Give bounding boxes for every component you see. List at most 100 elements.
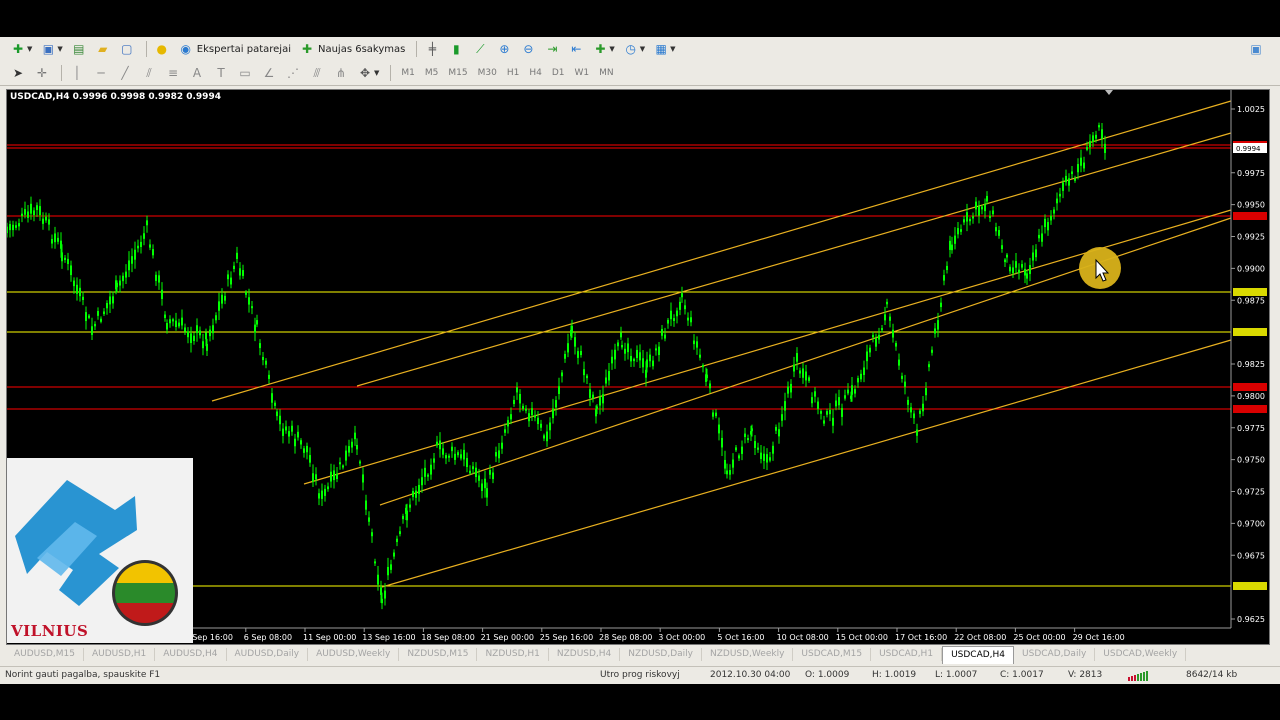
chart-window[interactable]: 1.0025 0.9975 0.9950 0.9925 0.9900 0.9875 0.98… xyxy=(6,89,1270,645)
candle-body xyxy=(735,447,737,451)
periods-button[interactable]: ◷ ▼ xyxy=(621,39,647,59)
timeframe-buttons: M1 M5 M15 M30 H1 H4 D1 W1 MN xyxy=(396,68,618,78)
candle-body xyxy=(718,424,720,434)
candle-body xyxy=(161,289,163,300)
timeframe-m1[interactable]: M1 xyxy=(401,68,415,78)
candle-body xyxy=(869,347,871,353)
candle-body xyxy=(393,552,395,557)
chart-tab[interactable]: AUDUSD,M15 xyxy=(6,648,84,661)
candle-body xyxy=(913,413,915,419)
cursor-tool[interactable]: ➤ xyxy=(8,63,28,83)
chart-tab[interactable]: AUDUSD,H4 xyxy=(155,648,227,661)
price-chart[interactable]: 1.0025 0.9975 0.9950 0.9925 0.9900 0.9875 0.98… xyxy=(7,90,1269,644)
line-chart-button[interactable]: ⟋ xyxy=(470,39,490,59)
candlestick-button[interactable]: ▮ xyxy=(446,39,466,59)
templates-button[interactable]: ▦ ▼ xyxy=(651,39,677,59)
candle-body xyxy=(760,452,762,459)
candle-body xyxy=(137,245,139,249)
chart-tab[interactable]: AUDUSD,H1 xyxy=(84,648,156,661)
candle-body xyxy=(543,435,545,439)
text-tool[interactable]: A xyxy=(187,63,207,83)
time-label: 22 Oct 08:00 xyxy=(954,633,1006,642)
profiles-icon: ▣ xyxy=(42,42,55,56)
chart-shift-button[interactable]: ⇤ xyxy=(566,39,586,59)
candle-body xyxy=(946,265,948,271)
meta-editor-button[interactable]: ● xyxy=(152,39,172,59)
chart-tab[interactable]: USDCAD,H4 xyxy=(942,645,1015,664)
market-watch-button[interactable]: ▤ xyxy=(69,39,89,59)
candle-body xyxy=(245,292,247,295)
profiles-button[interactable]: ▣ ▼ xyxy=(38,39,64,59)
toolbar-separator xyxy=(416,41,418,57)
candle-body xyxy=(513,399,515,404)
candle-body xyxy=(484,478,486,489)
candle-body xyxy=(1012,267,1014,274)
toolbar-end-button[interactable]: ▣ xyxy=(1246,39,1266,59)
chart-tab[interactable]: AUDUSD,Weekly xyxy=(308,648,400,661)
candle-body xyxy=(175,320,177,328)
timeframe-m15[interactable]: M15 xyxy=(448,68,467,78)
timeframe-m5[interactable]: M5 xyxy=(425,68,439,78)
candle-body xyxy=(303,448,305,453)
vertical-line-tool[interactable]: │ xyxy=(67,63,87,83)
bottom-letterbox xyxy=(0,684,1280,720)
navigator-button[interactable]: ▰ xyxy=(93,39,113,59)
terminal-button[interactable]: ▢ xyxy=(117,39,137,59)
chart-tab[interactable]: NZDUSD,Weekly xyxy=(702,648,794,661)
candle-body xyxy=(922,403,924,412)
crosshair-tool[interactable]: ✛ xyxy=(32,63,52,83)
gann-tool[interactable]: ∠ xyxy=(259,63,279,83)
autoscroll-button[interactable]: ⇥ xyxy=(542,39,562,59)
chart-tab[interactable]: USDCAD,Weekly xyxy=(1095,648,1187,661)
new-order-button[interactable]: ✚ Naujas 6sakymas xyxy=(297,39,407,59)
timeframe-m30[interactable]: M30 xyxy=(478,68,497,78)
chart-tab[interactable]: NZDUSD,H1 xyxy=(477,648,549,661)
label-tool[interactable]: T xyxy=(211,63,231,83)
timeframe-mn[interactable]: MN xyxy=(599,68,614,78)
candle-body xyxy=(274,402,276,406)
candle-body xyxy=(276,411,278,417)
candle-body xyxy=(233,265,235,270)
channel-tool[interactable]: ⫽ xyxy=(139,63,159,83)
rectangle-tool[interactable]: ▭ xyxy=(235,63,255,83)
candle-body xyxy=(94,323,96,327)
candle-body xyxy=(356,444,358,450)
timeframe-h4[interactable]: H4 xyxy=(529,68,542,78)
experts-button[interactable]: ◉ Ekspertai patarejai xyxy=(176,39,293,59)
horizontal-line-tool[interactable]: ─ xyxy=(91,63,111,83)
candle-body xyxy=(772,445,774,454)
chart-tab[interactable]: USDCAD,Daily xyxy=(1014,648,1096,661)
candle-body xyxy=(206,343,208,351)
chart-tab[interactable]: NZDUSD,M15 xyxy=(399,648,478,661)
zoom-out-button[interactable]: ⊖ xyxy=(518,39,538,59)
chart-tab[interactable]: USDCAD,H1 xyxy=(871,648,943,661)
timeframe-w1[interactable]: W1 xyxy=(574,68,589,78)
chart-tab[interactable]: NZDUSD,Daily xyxy=(620,648,702,661)
chart-tab[interactable]: USDCAD,M15 xyxy=(793,648,872,661)
zoom-in-icon: ⊕ xyxy=(499,42,510,56)
candle-body xyxy=(306,445,308,453)
chart-tab[interactable]: AUDUSD,Daily xyxy=(227,648,309,661)
timeframe-h1[interactable]: H1 xyxy=(507,68,520,78)
candle-body xyxy=(878,334,880,340)
trendline-tool[interactable]: ╱ xyxy=(115,63,135,83)
fibonacci-icon: ≡ xyxy=(167,66,179,80)
price-label: 0.9925 xyxy=(1237,233,1265,242)
candle-body xyxy=(552,408,554,419)
zoom-in-button[interactable]: ⊕ xyxy=(494,39,514,59)
channel-line[interactable] xyxy=(211,100,1232,402)
fibo-fan-tool[interactable]: ⋔ xyxy=(331,63,351,83)
cycle-lines-tool[interactable]: ⫻ xyxy=(307,63,327,83)
candle-body xyxy=(522,405,524,410)
chart-tab[interactable]: NZDUSD,H4 xyxy=(549,648,621,661)
chart-shift-marker[interactable] xyxy=(1105,90,1113,95)
bar-chart-button[interactable]: ╪ xyxy=(422,39,442,59)
indicators-button[interactable]: ✚ ▼ xyxy=(590,39,616,59)
candle-body xyxy=(368,517,370,522)
arrows-tool[interactable]: ✥ ▼ xyxy=(355,63,381,83)
new-chart-button[interactable]: ✚ ▼ xyxy=(8,39,34,59)
timeframe-d1[interactable]: D1 xyxy=(552,68,565,78)
fibonacci-tool[interactable]: ≡ xyxy=(163,63,183,83)
pitchfork-tool[interactable]: ⋰ xyxy=(283,63,303,83)
candle-body xyxy=(805,371,807,381)
